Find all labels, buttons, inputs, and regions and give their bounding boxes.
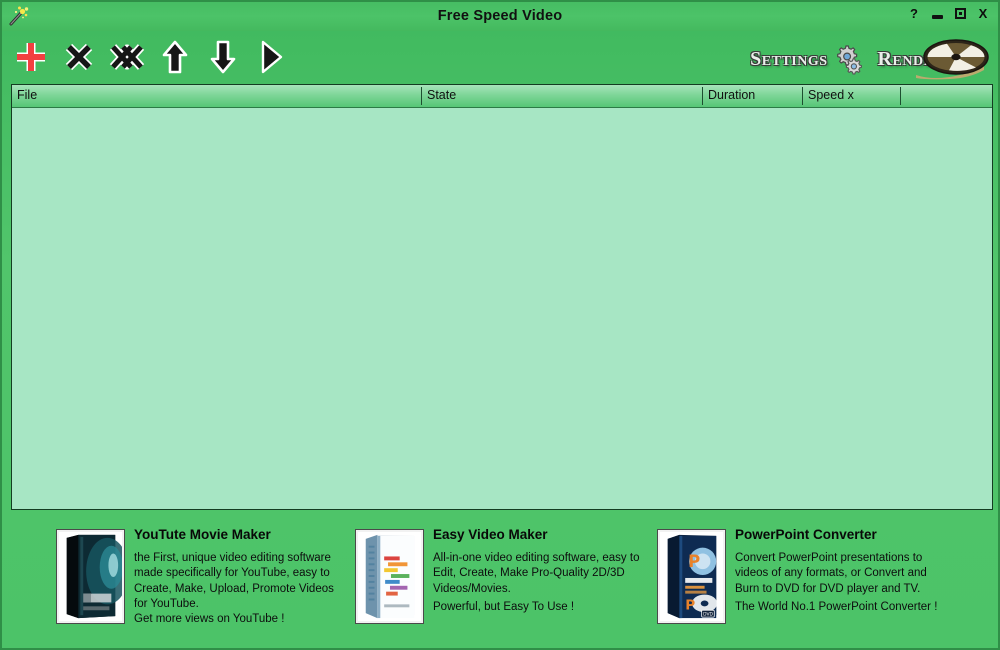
ad-description: All-in-one video editing software, easy … <box>433 552 640 595</box>
move-up-button[interactable] <box>154 35 196 79</box>
x-icon <box>65 43 93 71</box>
film-reel-icon <box>916 39 989 80</box>
gear-icon <box>836 45 862 75</box>
ad-title: Easy Video Maker <box>433 527 548 542</box>
ad-description: Convert PowerPoint presentations to vide… <box>735 552 927 595</box>
close-button[interactable]: X <box>976 6 990 21</box>
svg-text:P: P <box>688 552 700 571</box>
settings-label: Settings <box>750 48 828 70</box>
toolbar-actions <box>10 35 292 79</box>
play-button[interactable] <box>250 35 292 79</box>
ad-copy: Easy Video Maker All-in-one video editin… <box>433 527 639 613</box>
minimize-button[interactable] <box>930 6 944 21</box>
column-header-duration[interactable]: Duration <box>703 85 802 107</box>
toolbar-brand-actions: Settings Render <box>750 37 990 81</box>
file-list-header: File State Duration Speed x <box>12 85 992 108</box>
ad-powerpoint-converter[interactable]: P P DVD PowerPoint Converter Convert Pow… <box>657 518 977 643</box>
svg-text:P: P <box>685 597 695 613</box>
window-title: Free Speed Video <box>437 8 563 24</box>
arrow-down-icon <box>210 40 236 74</box>
product-box-thumbnail <box>355 529 424 624</box>
column-header-speed[interactable]: Speed x <box>803 85 900 107</box>
product-box-thumbnail <box>56 529 125 624</box>
window-controls: ? X <box>907 6 990 21</box>
move-down-button[interactable] <box>202 35 244 79</box>
product-box-thumbnail: P P DVD <box>657 529 726 624</box>
svg-text:DVD: DVD <box>703 612 713 618</box>
ad-copy: PowerPoint Converter Convert PowerPoint … <box>735 527 937 613</box>
ad-title: PowerPoint Converter <box>735 527 877 542</box>
column-header-extra[interactable] <box>901 85 992 107</box>
settings-button[interactable]: Settings <box>750 42 862 76</box>
double-x-icon <box>109 44 145 70</box>
ad-title: YouTute Movie Maker <box>134 527 271 542</box>
ad-youtube-movie-maker[interactable]: YouTute Movie Maker the First, unique vi… <box>56 518 356 643</box>
add-file-button[interactable] <box>10 35 52 79</box>
remove-file-button[interactable] <box>58 35 100 79</box>
ad-tagline: Powerful, but Easy To Use ! <box>433 600 575 613</box>
ad-tagline: The World No.1 PowerPoint Converter ! <box>735 600 938 613</box>
column-header-file[interactable]: File <box>12 85 421 107</box>
maximize-button[interactable] <box>953 6 967 21</box>
play-triangle-icon <box>261 40 283 74</box>
maximize-icon <box>954 8 966 19</box>
plus-icon <box>17 43 45 71</box>
ad-copy: YouTute Movie Maker the First, unique vi… <box>134 527 334 627</box>
arrow-up-icon <box>162 40 188 74</box>
column-header-state[interactable]: State <box>422 85 702 107</box>
help-button[interactable]: ? <box>907 6 921 21</box>
file-list-panel: File State Duration Speed x <box>11 84 993 510</box>
title-bar: Free Speed Video ? X <box>2 2 998 31</box>
render-button[interactable]: Render <box>878 37 990 81</box>
file-list-body[interactable] <box>12 108 992 509</box>
toolbar: Settings Render <box>2 31 998 84</box>
minimize-icon <box>931 14 943 19</box>
clear-all-button[interactable] <box>106 35 148 79</box>
application-window: Free Speed Video ? X Settings Render Fil… <box>0 0 1000 650</box>
ad-easy-video-maker[interactable]: Easy Video Maker All-in-one video editin… <box>355 518 655 643</box>
ad-description: the First, unique video editing software… <box>134 552 334 626</box>
promo-strip: YouTute Movie Maker the First, unique vi… <box>11 518 993 643</box>
